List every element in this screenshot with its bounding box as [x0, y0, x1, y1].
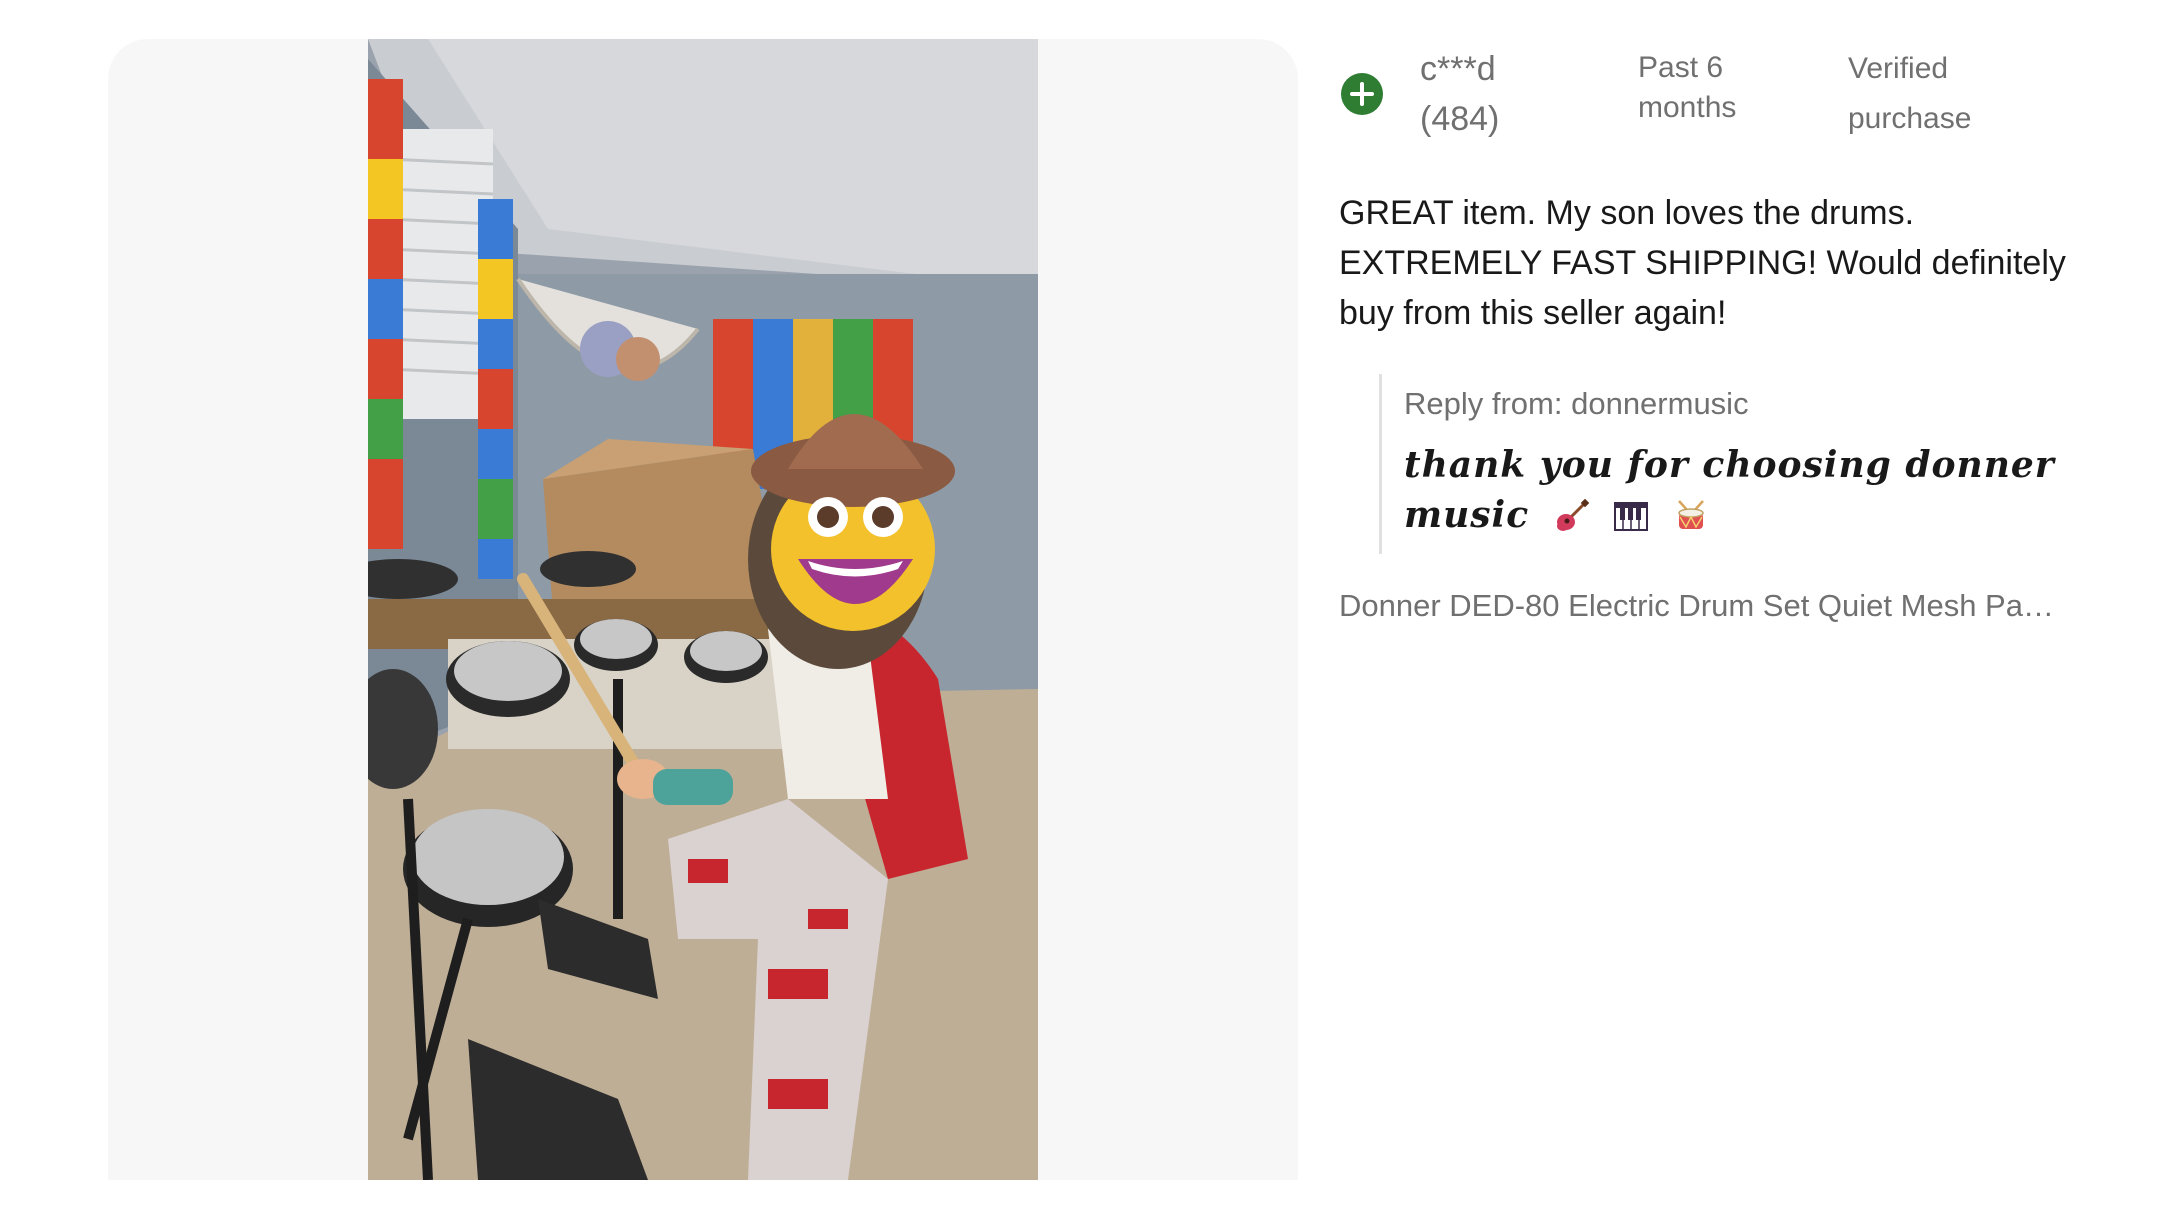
guitar-icon — [1555, 499, 1589, 533]
review-text: GREAT item. My son loves the drums. EXTR… — [1339, 194, 2066, 332]
reviewer-info[interactable]: c***d (484) — [1420, 44, 1499, 144]
reply-label: Reply from: donnermusic — [1404, 386, 1749, 421]
reply-text-container: thank you for choosing donner music — [1404, 440, 2104, 540]
reviewer-feedback-score: (484) — [1420, 100, 1500, 138]
verified-purchase-label: Verified purchase — [1848, 52, 1972, 135]
review-content: c***d (484) Past 6 months Verified purch… — [1339, 40, 2139, 628]
review-card: c***d (484) Past 6 months Verified purch… — [0, 0, 2179, 1219]
photo-panel — [108, 39, 1298, 1180]
review-timeframe: Past 6 months — [1638, 51, 1737, 124]
seller-reply: Reply from: donnermusic thank you for ch… — [1379, 374, 2104, 554]
review-header: c***d (484) Past 6 months Verified purch… — [1339, 40, 2139, 150]
product-title-link[interactable]: Donner DED-80 Electric Drum Set Quiet Me… — [1339, 584, 2059, 628]
reviewer-name[interactable]: c***d — [1420, 44, 1499, 94]
drum-icon — [1674, 499, 1708, 533]
customer-photo[interactable] — [368, 39, 1038, 1180]
plus-circle-icon — [1341, 73, 1383, 115]
piano-keys-icon — [1614, 499, 1649, 533]
reply-text: thank you for choosing donner music — [1404, 444, 2055, 536]
